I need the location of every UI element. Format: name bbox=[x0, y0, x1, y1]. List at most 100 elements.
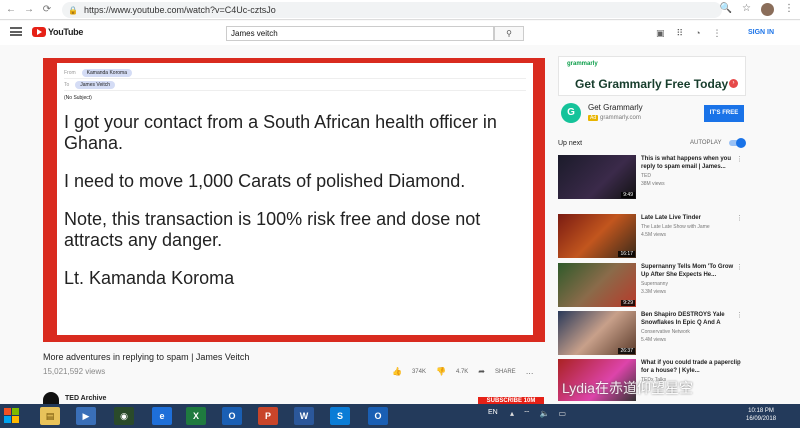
ad-card: G Get Grammarly Ad grammarly.com IT'S FR… bbox=[558, 100, 746, 130]
messages-icon[interactable]: ◔ bbox=[695, 28, 700, 39]
taskbar-clock[interactable]: 10:18 PM 16/09/2018 bbox=[746, 407, 776, 423]
rec-title[interactable]: Late Late Live Tinder bbox=[641, 214, 741, 222]
sign-in-button[interactable]: SIGN IN bbox=[748, 29, 774, 36]
wifi-icon[interactable]: ⌔ bbox=[523, 409, 531, 419]
url-text: https://www.youtube.com/watch?v=C4Uc-czt… bbox=[83, 5, 276, 15]
rec-channel: TED bbox=[641, 173, 651, 179]
video-duration: 16:17 bbox=[618, 251, 635, 257]
email-signature: Lt. Kamanda Koroma bbox=[64, 268, 235, 288]
system-tray: ▴ ⌔ 🔈 ▭ bbox=[510, 409, 566, 419]
tray-up-arrow-icon[interactable]: ▴ bbox=[510, 409, 514, 419]
rec-menu-icon[interactable]: ⋮ bbox=[736, 155, 743, 163]
outlook-icon[interactable]: O bbox=[368, 407, 388, 425]
reload-icon[interactable]: ⟳ bbox=[40, 4, 54, 15]
create-video-icon[interactable]: ▣ bbox=[656, 28, 665, 39]
email-subject: (No Subject) bbox=[64, 94, 92, 101]
video-thumbnail[interactable]: 9:29 bbox=[558, 263, 636, 307]
back-icon[interactable]: ← bbox=[4, 4, 18, 15]
rec-title[interactable]: This is what happens when you reply to s… bbox=[641, 155, 741, 171]
autoplay-label: AUTOPLAY bbox=[690, 140, 722, 146]
rec-channel: The Late Late Show with Jame bbox=[641, 224, 710, 230]
email-body: I got your contact from a South African … bbox=[64, 112, 526, 289]
recommended-video[interactable]: 26:37 Ben Shapiro DESTROYS Yale Snowflak… bbox=[558, 311, 798, 357]
ad-card-title[interactable]: Get Grammarly bbox=[588, 103, 643, 112]
zoom-icon[interactable]: 🔍 bbox=[720, 3, 732, 16]
dislike-count: 4.7K bbox=[455, 368, 469, 375]
recommended-video[interactable]: 9:29 Supernanny Tells Mom 'To Grow Up Af… bbox=[558, 263, 798, 309]
to-chip: James Veitch bbox=[75, 80, 116, 89]
video-thumbnail[interactable]: 9:49 bbox=[558, 155, 636, 199]
channel-name[interactable]: TED Archive bbox=[65, 395, 106, 402]
channel-avatar[interactable] bbox=[43, 392, 59, 404]
rec-menu-icon[interactable]: ⋮ bbox=[736, 359, 743, 367]
email-frame: From Kamanda Koroma To James Veitch (No … bbox=[57, 63, 533, 335]
video-title: More adventures in replying to spam | Ja… bbox=[43, 352, 250, 362]
from-chip: Kamanda Koroma bbox=[81, 68, 132, 77]
outlook-icon[interactable]: O bbox=[222, 407, 242, 425]
skype-icon[interactable]: S bbox=[330, 407, 350, 425]
video-actions: 👍 374K 👎 4.7K ➦ SHARE … bbox=[392, 367, 534, 376]
thumbs-down-icon[interactable]: 👎 bbox=[436, 367, 446, 376]
share-label[interactable]: SHARE bbox=[495, 369, 516, 375]
rec-channel: Supernanny bbox=[641, 281, 668, 287]
email-paragraph: I need to move 1,000 Carats of polished … bbox=[64, 171, 466, 191]
hamburger-menu-icon[interactable] bbox=[10, 27, 22, 36]
video-player[interactable]: From Kamanda Koroma To James Veitch (No … bbox=[43, 58, 545, 342]
thumbs-up-icon[interactable]: 👍 bbox=[392, 367, 402, 376]
email-to-row: To James Veitch bbox=[64, 79, 526, 91]
rec-title[interactable]: Supernanny Tells Mom 'To Grow Up After S… bbox=[641, 263, 741, 279]
youtube-logo[interactable]: YouTube bbox=[32, 27, 83, 37]
rec-views: 4.5M views bbox=[641, 232, 667, 238]
rec-title[interactable]: What if you could trade a paperclip for … bbox=[641, 359, 741, 375]
recommended-video[interactable]: 9:49 This is what happens when you reply… bbox=[558, 155, 798, 201]
rec-menu-icon[interactable]: ⋮ bbox=[736, 311, 743, 319]
battery-icon[interactable]: ▭ bbox=[559, 409, 567, 419]
bookmark-star-icon[interactable]: ☆ bbox=[742, 3, 751, 16]
menu-dots-icon[interactable]: ⋮ bbox=[784, 3, 794, 16]
rec-views: 5.4M views bbox=[641, 337, 667, 343]
profile-avatar[interactable] bbox=[761, 3, 774, 16]
video-thumbnail[interactable]: 26:37 bbox=[558, 311, 636, 355]
recommended-video[interactable]: 16:17 Late Late Live Tinder The Late Lat… bbox=[558, 214, 798, 260]
search-button[interactable]: ⚲ bbox=[494, 26, 524, 41]
rec-title[interactable]: Ben Shapiro DESTROYS Yale Snowflakes In … bbox=[641, 311, 741, 327]
ad-cta-button[interactable]: IT'S FREE bbox=[704, 105, 744, 122]
windows-start-icon[interactable] bbox=[4, 408, 20, 424]
video-duration: 26:37 bbox=[618, 348, 635, 354]
clock-date: 16/09/2018 bbox=[746, 416, 777, 422]
settings-dots-icon[interactable]: ⋮ bbox=[713, 28, 722, 39]
forward-icon[interactable]: → bbox=[22, 4, 36, 15]
share-icon[interactable]: ➦ bbox=[478, 367, 485, 376]
like-count: 374K bbox=[411, 368, 426, 375]
ad-arrow-icon[interactable]: › bbox=[729, 79, 738, 88]
word-icon[interactable]: W bbox=[294, 407, 314, 425]
rec-menu-icon[interactable]: ⋮ bbox=[736, 214, 743, 222]
media-player-icon[interactable]: ▶ bbox=[76, 407, 96, 425]
excel-icon[interactable]: X bbox=[186, 407, 206, 425]
address-bar[interactable]: 🔒 https://www.youtube.com/watch?v=C4Uc-c… bbox=[62, 2, 722, 18]
search-input[interactable]: James veitch bbox=[226, 26, 494, 41]
search-icon: ⚲ bbox=[506, 29, 512, 38]
file-explorer-icon[interactable]: ▤ bbox=[40, 407, 60, 425]
browser-toolbar: ← → ⟳ 🔒 https://www.youtube.com/watch?v=… bbox=[0, 0, 800, 20]
internet-explorer-icon[interactable]: e bbox=[152, 407, 172, 425]
rec-views: 3.3M views bbox=[641, 289, 667, 295]
view-count: 15,021,592 views bbox=[43, 367, 106, 376]
rec-views: 38M views bbox=[641, 181, 665, 187]
autoplay-toggle[interactable] bbox=[729, 138, 746, 148]
to-label: To bbox=[64, 81, 70, 88]
rec-channel: Conservative Network bbox=[641, 329, 690, 335]
watermark: Lydia在赤道仰望星空 bbox=[562, 380, 693, 396]
ad-banner[interactable]: grammarly Get Grammarly Free Today › bbox=[558, 56, 746, 96]
chrome-icon[interactable]: ◉ bbox=[114, 407, 134, 425]
apps-grid-icon[interactable]: ⠿ bbox=[677, 28, 684, 39]
youtube-header: YouTube James veitch ⚲ ▣ ⠿ ◔ ⋮ SIGN IN bbox=[0, 21, 800, 45]
volume-icon[interactable]: 🔈 bbox=[540, 409, 550, 419]
email-from-row: From Kamanda Koroma bbox=[64, 67, 526, 79]
grammarly-logo-icon: G bbox=[561, 103, 581, 123]
language-indicator[interactable]: EN bbox=[488, 409, 498, 416]
powerpoint-icon[interactable]: P bbox=[258, 407, 278, 425]
video-thumbnail[interactable]: 16:17 bbox=[558, 214, 636, 258]
more-options-icon[interactable]: … bbox=[526, 367, 534, 376]
rec-menu-icon[interactable]: ⋮ bbox=[736, 263, 743, 271]
